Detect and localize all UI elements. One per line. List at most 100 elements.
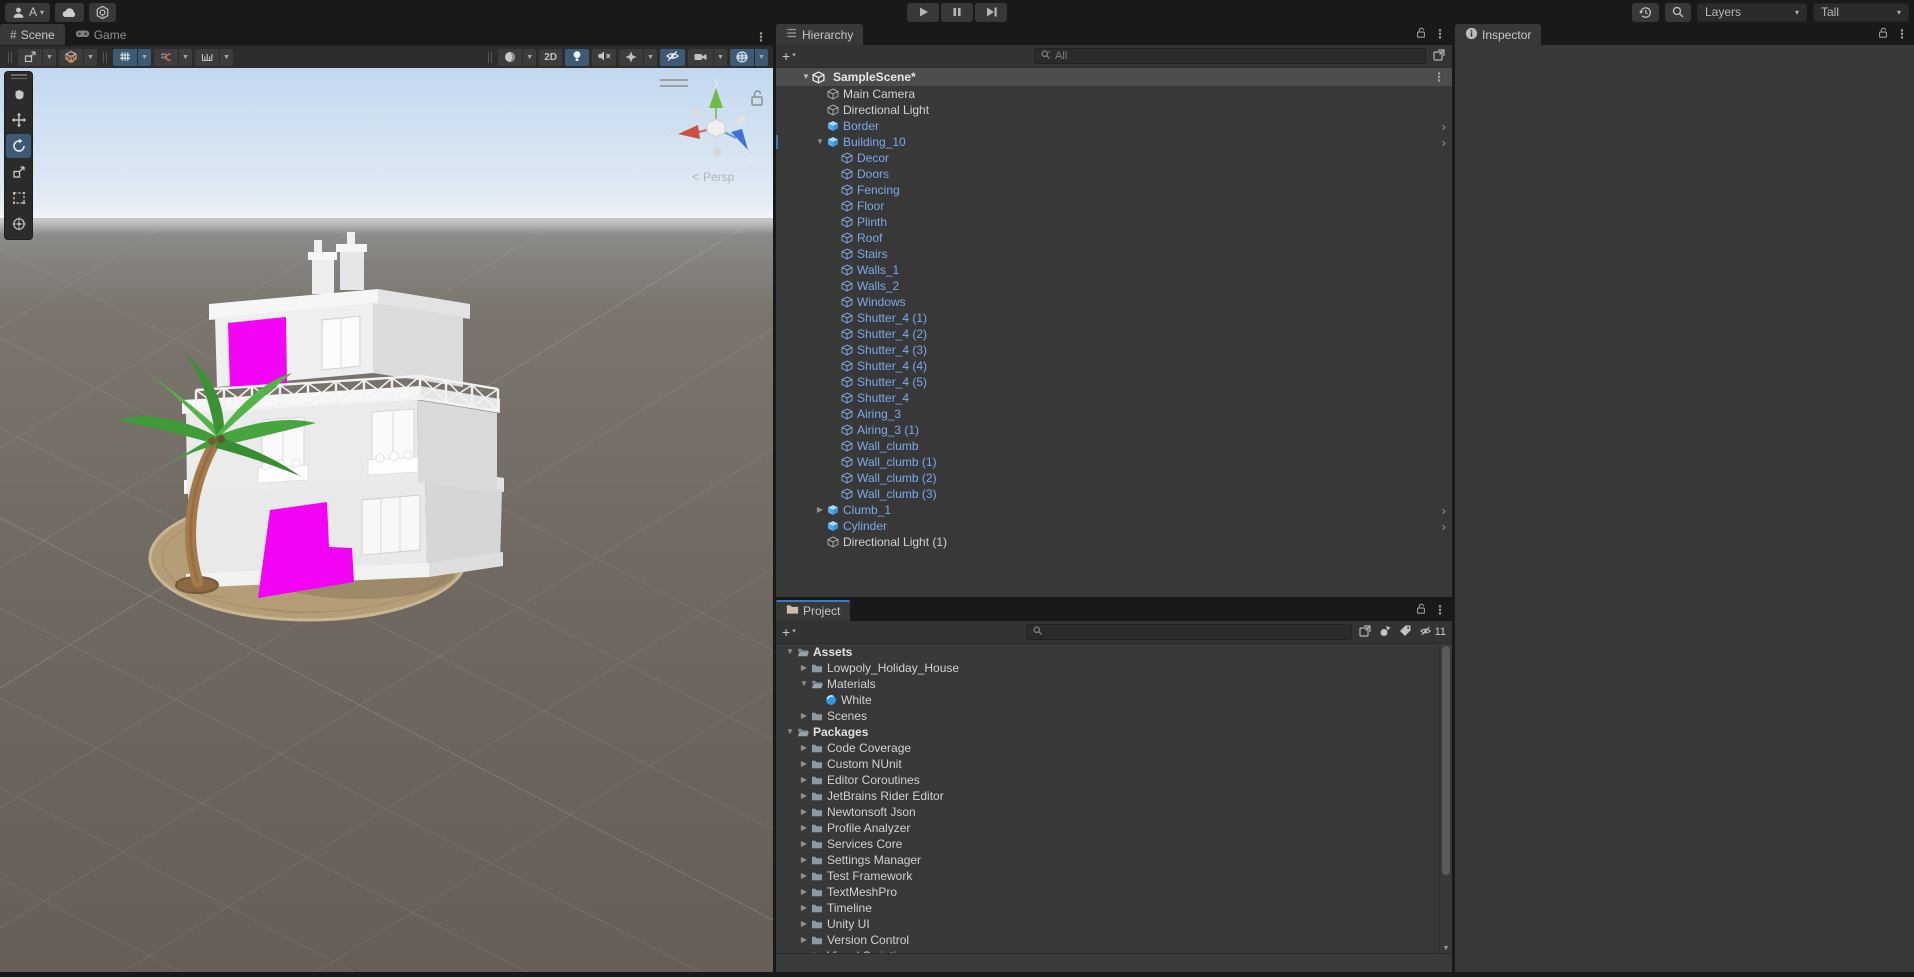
- project-row[interactable]: ▶ Lowpoly_Holiday_House: [776, 660, 1452, 676]
- 2d-toggle-button[interactable]: 2D: [539, 48, 562, 66]
- project-row[interactable]: ▶ Editor Coroutines: [776, 772, 1452, 788]
- hierarchy-row[interactable]: ▶ Clumb_1 ›: [776, 502, 1452, 518]
- search-by-label-icon[interactable]: [1398, 624, 1412, 641]
- expand-arrow[interactable]: ▶: [814, 502, 826, 518]
- expand-arrow[interactable]: ▶: [798, 916, 810, 932]
- project-row[interactable]: ▶ Custom NUnit: [776, 756, 1452, 772]
- tab-project[interactable]: Project: [776, 600, 851, 621]
- hierarchy-row[interactable]: Wall_clumb (2): [776, 470, 1452, 486]
- cloud-button[interactable]: [55, 2, 85, 22]
- rotate-tool-button[interactable]: [6, 134, 31, 158]
- hierarchy-row[interactable]: Wall_clumb (3): [776, 486, 1452, 502]
- view-hand-tool-button[interactable]: [6, 82, 31, 106]
- project-row[interactable]: ▶ Newtonsoft Json: [776, 804, 1452, 820]
- expand-arrow[interactable]: ▶: [798, 820, 810, 836]
- expand-arrow[interactable]: ▶: [798, 852, 810, 868]
- expand-arrow[interactable]: ▼: [800, 69, 812, 85]
- add-gameobject-button[interactable]: + ▾: [782, 49, 796, 63]
- hierarchy-row[interactable]: Main Camera: [776, 86, 1452, 102]
- project-row[interactable]: ▶ Scenes: [776, 708, 1452, 724]
- persp-arrow[interactable]: <: [692, 170, 699, 184]
- hierarchy-row[interactable]: Walls_2: [776, 278, 1452, 294]
- expand-arrow[interactable]: ▶: [798, 868, 810, 884]
- tab-hierarchy[interactable]: Hierarchy: [776, 24, 864, 45]
- tab-inspector[interactable]: Inspector: [1455, 24, 1542, 45]
- open-padlock-icon[interactable]: [1415, 26, 1427, 42]
- inspector-menu-icon[interactable]: ⋮: [1896, 28, 1908, 40]
- scene-menu-icon[interactable]: ⋮: [755, 31, 767, 43]
- hierarchy-row[interactable]: Airing_3: [776, 406, 1452, 422]
- expand-arrow[interactable]: ▶: [798, 836, 810, 852]
- gizmo-negative-axis-knob[interactable]: [736, 115, 746, 125]
- hierarchy-row[interactable]: Cylinder ›: [776, 518, 1452, 534]
- expand-arrow[interactable]: ▶: [798, 948, 810, 953]
- layers-dropdown[interactable]: Layers ▾: [1697, 2, 1807, 22]
- hierarchy-search-field[interactable]: [1034, 48, 1426, 64]
- prefab-open-chevron[interactable]: ›: [1442, 519, 1446, 534]
- open-padlock-icon[interactable]: [1415, 602, 1427, 618]
- hierarchy-row[interactable]: Shutter_4 (2): [776, 326, 1452, 342]
- expand-arrow[interactable]: ▶: [798, 660, 810, 676]
- project-search-field[interactable]: [1025, 624, 1352, 640]
- overlay-drag-handle[interactable]: [103, 51, 107, 63]
- scene-asset-row[interactable]: ▼ SampleScene* ⋮: [776, 68, 1452, 86]
- scrollbar-down-arrow[interactable]: ▼: [1440, 945, 1452, 952]
- project-row[interactable]: ▶ TextMeshPro: [776, 884, 1452, 900]
- hierarchy-row[interactable]: Shutter_4 (4): [776, 358, 1452, 374]
- project-row[interactable]: White: [776, 692, 1452, 708]
- hierarchy-row[interactable]: Wall_clumb: [776, 438, 1452, 454]
- open-in-search-icon[interactable]: [1358, 624, 1372, 641]
- open-padlock-icon[interactable]: [1877, 26, 1889, 42]
- hierarchy-row[interactable]: Directional Light: [776, 102, 1452, 118]
- project-row[interactable]: ▶ Test Framework: [776, 868, 1452, 884]
- project-row[interactable]: ▶ Unity UI: [776, 916, 1452, 932]
- step-button[interactable]: [975, 2, 1007, 22]
- gizmo-negative-axis-knob[interactable]: [712, 147, 722, 157]
- pause-button[interactable]: [941, 2, 973, 22]
- hierarchy-row[interactable]: Fencing: [776, 182, 1452, 198]
- lighting-toggle-button[interactable]: [565, 48, 589, 66]
- hidden-packages-toggle[interactable]: 11: [1418, 625, 1446, 640]
- hierarchy-row[interactable]: Shutter_4 (3): [776, 342, 1452, 358]
- hierarchy-row[interactable]: Doors: [776, 166, 1452, 182]
- layout-dropdown[interactable]: Tall ▾: [1813, 2, 1909, 22]
- hierarchy-row[interactable]: Plinth: [776, 214, 1452, 230]
- hierarchy-row[interactable]: Stairs: [776, 246, 1452, 262]
- snap-toggle-button[interactable]: ▼: [154, 48, 192, 66]
- chevron-down-icon[interactable]: ▼: [84, 48, 97, 66]
- scale-tool-button[interactable]: [6, 160, 31, 184]
- rect-tool-button[interactable]: [6, 186, 31, 210]
- expand-arrow[interactable]: ▶: [798, 708, 810, 724]
- audio-toggle-button[interactable]: [592, 48, 616, 66]
- transform-tool-button[interactable]: [6, 212, 31, 236]
- expand-arrow[interactable]: ▶: [798, 740, 810, 756]
- chevron-down-icon[interactable]: ▼: [220, 48, 233, 66]
- project-row[interactable]: ▼ Assets: [776, 644, 1452, 660]
- project-search-input[interactable]: [1046, 626, 1346, 638]
- hierarchy-row[interactable]: Roof: [776, 230, 1452, 246]
- visibility-toggle-button[interactable]: [660, 48, 685, 66]
- expand-arrow[interactable]: ▶: [798, 900, 810, 916]
- project-row[interactable]: ▶ Services Core: [776, 836, 1452, 852]
- hierarchy-row[interactable]: Airing_3 (1): [776, 422, 1452, 438]
- overlay-drag-handle[interactable]: [8, 51, 12, 63]
- search-by-type-icon[interactable]: [1378, 624, 1392, 641]
- camera-overlay-button[interactable]: ▼: [688, 48, 727, 66]
- tab-game[interactable]: Game: [65, 24, 137, 45]
- project-row[interactable]: ▶ Code Coverage: [776, 740, 1452, 756]
- expand-arrow[interactable]: ▶: [798, 756, 810, 772]
- project-row[interactable]: ▶ Settings Manager: [776, 852, 1452, 868]
- project-row[interactable]: ▼ Materials: [776, 676, 1452, 692]
- expand-arrow[interactable]: ▼: [814, 134, 826, 150]
- tool-handle-rotation-button[interactable]: ▼: [59, 48, 97, 66]
- chevron-down-icon[interactable]: ▼: [43, 48, 56, 66]
- scene-row-menu-icon[interactable]: ⋮: [1433, 71, 1445, 83]
- hierarchy-row[interactable]: Shutter_4: [776, 390, 1452, 406]
- expand-arrow[interactable]: ▼: [784, 724, 796, 740]
- hierarchy-search-input[interactable]: [1055, 50, 1420, 62]
- expand-arrow[interactable]: ▶: [798, 932, 810, 948]
- account-button[interactable]: A ▾: [5, 2, 51, 22]
- open-in-search-icon[interactable]: [1432, 48, 1446, 65]
- project-scrollbar[interactable]: ▼: [1439, 644, 1452, 953]
- hierarchy-row[interactable]: Shutter_4 (5): [776, 374, 1452, 390]
